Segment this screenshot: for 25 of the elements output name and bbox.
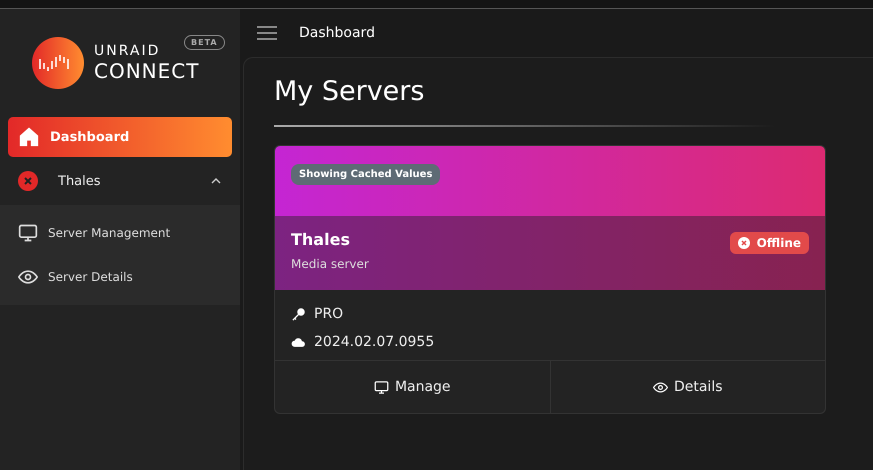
action-button[interactable]: Manage: [275, 361, 550, 413]
server-name: Thales: [291, 230, 351, 249]
sidebar-item[interactable]: Dashboard: [8, 117, 232, 157]
status-badge: Offline: [730, 232, 809, 254]
cached-badge: Showing Cached Values: [291, 164, 440, 185]
page-title: My Servers: [274, 76, 426, 107]
header-title: Dashboard: [299, 25, 375, 41]
error-icon: [18, 171, 38, 191]
eye-icon: [652, 380, 668, 394]
beta-badge: BETA: [184, 35, 225, 50]
key-icon: [291, 306, 306, 322]
monitor-icon: [374, 380, 389, 394]
server-nav-item[interactable]: Thales: [0, 157, 240, 205]
menu-icon[interactable]: [257, 25, 277, 41]
logo-text: UNRAID: [94, 43, 162, 59]
monitor-icon: [18, 223, 38, 243]
server-description: Media server: [291, 257, 369, 271]
logo-icon: [32, 37, 84, 89]
sidebar-item[interactable]: Server Management: [0, 211, 240, 255]
logo-text: CONNECT: [94, 59, 200, 83]
detail-text: PRO: [314, 306, 344, 322]
home-icon: [18, 126, 40, 148]
sidebar-item[interactable]: Server Details: [0, 255, 240, 299]
action-button[interactable]: Details: [550, 361, 825, 413]
detail-text: 2024.02.07.0955: [314, 334, 434, 350]
